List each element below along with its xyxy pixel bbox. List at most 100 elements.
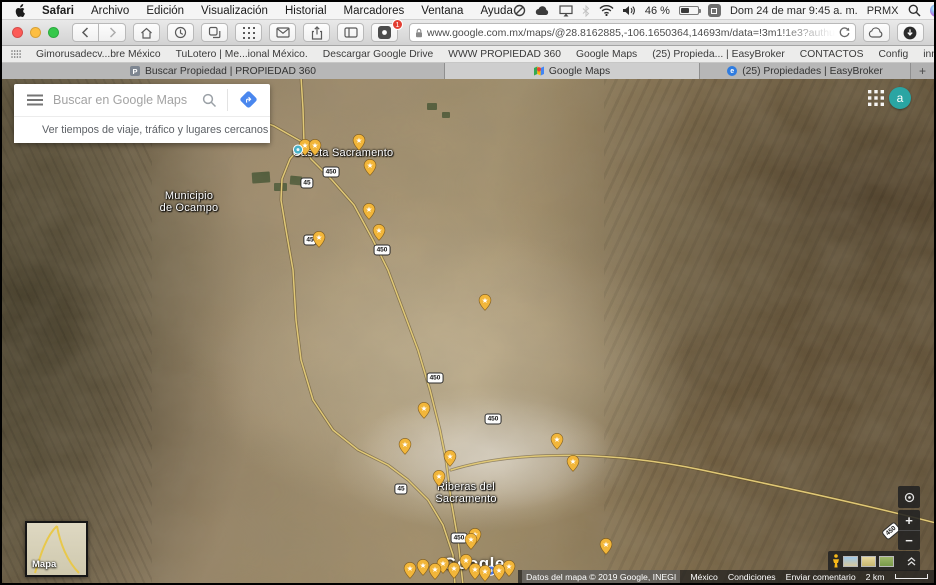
- terms-link[interactable]: Condiciones: [728, 572, 776, 582]
- downloads-button[interactable]: [897, 23, 924, 42]
- volume-icon[interactable]: [623, 5, 636, 16]
- imagery-thumbnail[interactable]: [879, 556, 894, 567]
- tab-propiedad-360[interactable]: P Buscar Propiedad | PROPIEDAD 360: [2, 63, 445, 79]
- map-pin[interactable]: ★: [493, 564, 506, 583]
- map-pin[interactable]: ★: [313, 231, 326, 253]
- dnd-icon[interactable]: [513, 4, 526, 17]
- bookmark-inm24-prmx[interactable]: inm24 prmx: [923, 49, 934, 60]
- spotlight-icon[interactable]: [908, 4, 921, 17]
- bookmark-gimorusadecv-bre-mexico[interactable]: Gimorusadecv...bre México: [36, 49, 161, 60]
- favorites-grid-icon[interactable]: [11, 50, 21, 58]
- imagery-thumbnail[interactable]: [843, 556, 858, 567]
- icloud-tabs-button[interactable]: [863, 23, 890, 42]
- menu-marcadores[interactable]: Marcadores: [344, 5, 405, 17]
- bookmark-config[interactable]: Config: [879, 49, 909, 60]
- travel-times-row[interactable]: Ver tiempos de viaje, tráfico y lugares …: [14, 116, 270, 143]
- tab-label: Buscar Propiedad | PROPIEDAD 360: [145, 66, 316, 77]
- menu-clock[interactable]: Dom 24 de mar 9:45 a. m.: [730, 5, 858, 17]
- svg-text:★: ★: [496, 566, 503, 575]
- map-pin[interactable]: ★: [567, 455, 580, 477]
- menu-edicion[interactable]: Edición: [146, 5, 184, 17]
- menu-archivo[interactable]: Archivo: [91, 5, 129, 17]
- bookmark-25-propieda-easybroker[interactable]: (25) Propieda... | EasyBroker: [652, 49, 785, 60]
- svg-text:★: ★: [312, 141, 319, 150]
- pegman-icon[interactable]: [832, 554, 840, 568]
- bookmark-tulotero-me-ional-mexico[interactable]: TuLotero | Me...ional México.: [176, 49, 308, 60]
- feedback-link[interactable]: Enviar comentario: [786, 572, 856, 582]
- map-pin[interactable]: ★: [465, 533, 478, 555]
- minimize-window-button[interactable]: [30, 27, 41, 38]
- menu-ayuda[interactable]: Ayuda: [480, 5, 512, 17]
- share-button[interactable]: [303, 23, 330, 42]
- map-pin[interactable]: ★: [551, 433, 564, 455]
- tab-easybroker[interactable]: e (25) Propiedades | EasyBroker: [700, 63, 911, 79]
- zoom-out-button[interactable]: −: [898, 530, 920, 550]
- wifi-icon[interactable]: [599, 5, 614, 16]
- airplay-icon[interactable]: [559, 5, 573, 17]
- menu-historial[interactable]: Historial: [285, 5, 327, 17]
- apple-menu[interactable]: [14, 4, 26, 18]
- menu-ventana[interactable]: Ventana: [421, 5, 463, 17]
- map-data-credit: Datos del mapa © 2019 Google, INEGI: [522, 570, 680, 583]
- forward-button[interactable]: [99, 23, 126, 42]
- back-button[interactable]: [72, 23, 99, 42]
- svg-text:★: ★: [447, 452, 454, 461]
- bookmark-google-maps[interactable]: Google Maps: [576, 49, 637, 60]
- collapse-controls-button[interactable]: [907, 557, 916, 566]
- map-pin-dot[interactable]: [293, 142, 304, 160]
- map-pin[interactable]: ★: [373, 224, 386, 246]
- mail-button[interactable]: [269, 23, 296, 42]
- map-pin[interactable]: ★: [433, 470, 446, 492]
- close-window-button[interactable]: [12, 27, 23, 38]
- map-pin[interactable]: ★: [418, 402, 431, 424]
- extensions-grid-button[interactable]: [235, 23, 262, 42]
- cloud-icon[interactable]: [535, 5, 550, 16]
- sidebar-button[interactable]: [337, 23, 364, 42]
- map-pin[interactable]: ★: [479, 294, 492, 316]
- scale-label[interactable]: 2 km: [866, 572, 885, 582]
- svg-text:★: ★: [402, 440, 409, 449]
- home-button[interactable]: [133, 23, 160, 42]
- siri-icon[interactable]: [930, 4, 935, 17]
- input-source-icon[interactable]: [708, 4, 721, 17]
- map-pin[interactable]: ★: [309, 139, 322, 161]
- map-pin[interactable]: ★: [363, 203, 376, 225]
- bookmark-www-propiedad-360[interactable]: WWW PROPIEDAD 360: [448, 49, 561, 60]
- address-bar[interactable]: www.google.com.mx/maps/@28.8162885,-106.…: [409, 23, 856, 42]
- new-tab-button[interactable]: +: [911, 63, 934, 79]
- zoom-window-button[interactable]: [48, 27, 59, 38]
- my-location-button[interactable]: [898, 486, 920, 508]
- hamburger-menu-icon[interactable]: [27, 94, 43, 106]
- map-pin[interactable]: ★: [353, 134, 366, 156]
- reload-icon[interactable]: [839, 27, 850, 38]
- menu-visualizacion[interactable]: Visualización: [201, 5, 268, 17]
- tab-google-maps[interactable]: Google Maps: [445, 63, 700, 79]
- input-source-label[interactable]: PRMX: [867, 5, 899, 17]
- history-button[interactable]: [167, 23, 194, 42]
- extension-button[interactable]: 1: [371, 23, 398, 42]
- google-apps-grid-button[interactable]: [868, 90, 884, 111]
- map-pin[interactable]: ★: [479, 565, 492, 583]
- map-pin[interactable]: ★: [448, 562, 461, 583]
- directions-button[interactable]: [238, 89, 260, 111]
- map-pin[interactable]: ★: [399, 438, 412, 460]
- scale-bar: [895, 574, 929, 579]
- bookmark-contactos[interactable]: CONTACTOS: [800, 49, 864, 60]
- imagery-thumbnail[interactable]: [861, 556, 876, 567]
- tab-overview-button[interactable]: [201, 23, 228, 42]
- lock-icon: [415, 28, 423, 38]
- map-canvas[interactable]: 450454545045045045450450 Caseta Sacramen…: [2, 79, 934, 583]
- account-avatar[interactable]: a: [889, 87, 911, 109]
- menu-safari[interactable]: Safari: [42, 5, 74, 17]
- map-pin[interactable]: ★: [429, 563, 442, 583]
- bluetooth-icon[interactable]: [582, 5, 590, 17]
- search-icon[interactable]: [202, 93, 217, 108]
- map-inset-toggle[interactable]: Mapa: [25, 521, 88, 577]
- map-pin[interactable]: ★: [364, 159, 377, 181]
- map-pin[interactable]: ★: [404, 562, 417, 583]
- bookmark-descargar-google-drive[interactable]: Descargar Google Drive: [323, 49, 433, 60]
- zoom-in-button[interactable]: +: [898, 510, 920, 530]
- map-pin[interactable]: ★: [444, 450, 457, 472]
- search-input[interactable]: [53, 93, 192, 107]
- map-pin[interactable]: ★: [600, 538, 613, 560]
